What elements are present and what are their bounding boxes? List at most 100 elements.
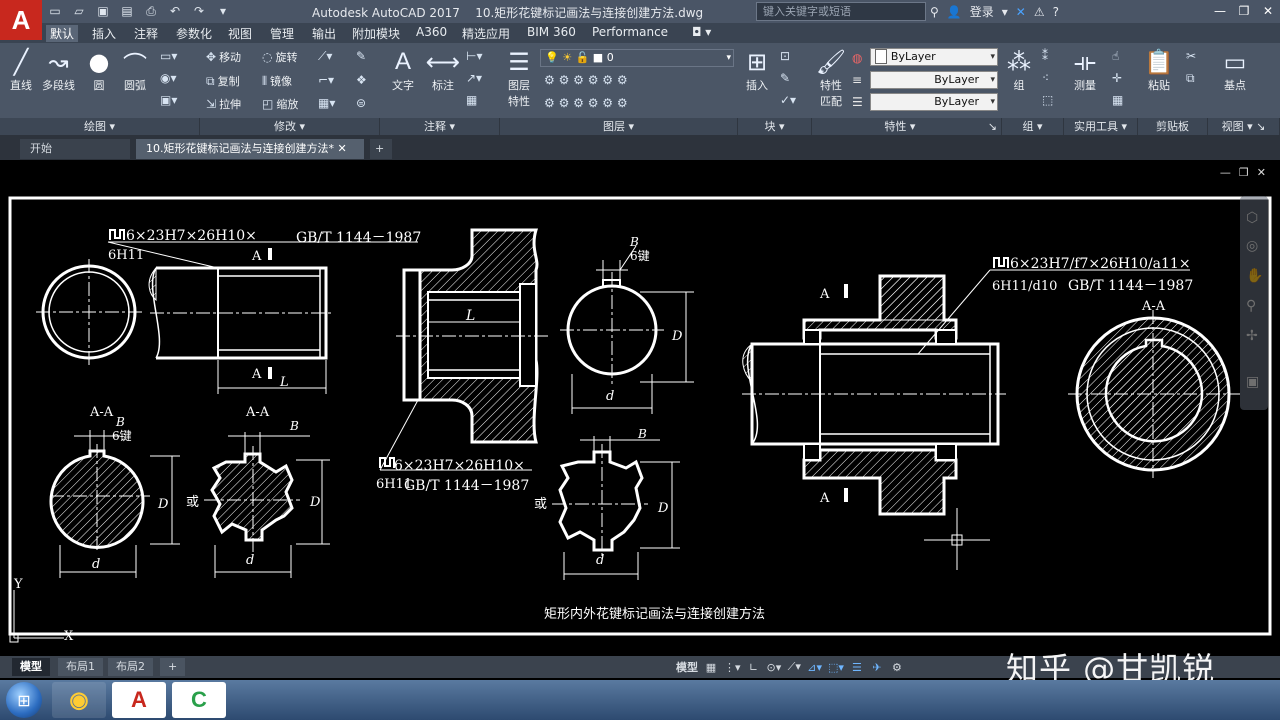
copy-tool[interactable]: ⧉ 复制 [206,73,240,89]
isodraft-icon[interactable]: ⟋▾ [787,660,801,674]
text-tool[interactable]: A 文字 [388,47,418,93]
rectangle-tool[interactable]: ▭▾ [160,49,177,63]
tab-output[interactable]: 输出 [308,25,340,42]
layer-tools-row1[interactable]: ⚙ ⚙ ⚙ ⚙ ⚙ ⚙ [544,73,628,87]
properties-panel-label[interactable]: 特性 ▾ ↘ [812,118,1002,135]
create-block-tool[interactable]: ⊡ [780,49,790,63]
tab-model[interactable]: 模型 [12,658,50,676]
ribbon-minimize-icon[interactable]: ◘ ▾ [688,25,715,39]
array-tool[interactable]: ▦▾ [318,96,335,110]
layers-panel-label[interactable]: 图层 ▾ [500,118,738,135]
viewcube-icon[interactable]: ⬡ [1246,210,1258,226]
explode-tool[interactable]: ❖ [356,73,367,87]
circle-tool[interactable]: ● 圆 [84,47,114,93]
groups-panel-label[interactable]: 组 ▾ [1002,118,1064,135]
tab-close-icon[interactable]: ✕ [338,142,347,155]
viewport-restore-icon[interactable]: ❐ [1239,166,1249,179]
showmotion-icon[interactable]: ▣ [1246,374,1259,390]
tab-view[interactable]: 视图 [224,25,256,42]
block-panel-label[interactable]: 块 ▾ [738,118,812,135]
polar-icon[interactable]: ⊙▾ [767,661,782,674]
tab-layout1[interactable]: 布局1 [58,658,103,676]
model-space-button[interactable]: 模型 [676,659,698,675]
utilities-panel-label[interactable]: 实用工具 ▾ [1064,118,1138,135]
annotation-scale-icon[interactable]: ✈ [870,661,884,674]
qat-dropdown-icon[interactable]: ▾ [214,2,232,20]
move-tool[interactable]: ✥ 移动 [206,49,241,65]
tab-a360[interactable]: A360 [412,25,451,39]
pan-icon[interactable]: ✋ [1246,267,1263,284]
help-search-input[interactable]: 键入关键字或短语 [756,2,926,21]
orbit-icon[interactable]: ✢ [1246,328,1258,344]
base-view-tool[interactable]: ▭ 基点 [1220,47,1250,93]
workspace-icon[interactable]: ⚙ [890,661,904,674]
login-dropdown-icon[interactable]: ▾ [1002,5,1008,19]
tab-start[interactable]: 开始 [20,139,130,159]
cad-drawing[interactable]: 6×23H7×26H10× GB/T 1144－1987 6H11 A A L … [0,160,1280,656]
lineweight-toggle-icon[interactable]: ☰ [850,661,864,674]
zoom-icon[interactable]: ⚲ [1246,298,1256,314]
insert-block-tool[interactable]: ⊞ 插入 [742,47,772,93]
linear-dim-tool[interactable]: ⊢▾ [466,49,482,63]
arc-tool[interactable]: ⌒ 圆弧 [120,47,150,93]
group-select-tool[interactable]: ⬚ [1042,93,1053,107]
tab-layout2[interactable]: 布局2 [108,658,153,676]
steering-wheel-icon[interactable]: ◎ [1246,238,1258,254]
taskbar-autocad-icon[interactable]: A [112,682,166,718]
hatch-tool[interactable]: ◉▾ [160,71,177,85]
copy-clip-tool[interactable]: ⧉ [1186,71,1195,86]
polyline-tool[interactable]: ↝ 多段线 [42,47,75,93]
quick-select-tool[interactable]: ☝ [1112,49,1119,63]
cut-tool[interactable]: ✂ [1186,49,1196,63]
minimize-icon[interactable]: — [1208,0,1232,22]
edit-block-tool[interactable]: ✎ [780,71,790,85]
scale-tool[interactable]: ◰ 缩放 [262,96,298,112]
erase-tool[interactable]: ✎ [356,49,366,63]
taskbar-camtasia-icon[interactable]: C [172,682,226,718]
save-as-icon[interactable]: ▤ [118,2,136,20]
binoculars-icon[interactable]: ⚲ [930,5,939,19]
layer-dropdown[interactable]: 💡 ☀ 🔓 ■ 0 ▾ [540,49,734,67]
tab-performance[interactable]: Performance [588,25,672,39]
redo-icon[interactable]: ↷ [190,2,208,20]
tab-addins[interactable]: 附加模块 [348,25,404,42]
view-panel-label[interactable]: 视图 ▾ ↘ [1208,118,1280,135]
undo-icon[interactable]: ↶ [166,2,184,20]
point-id-tool[interactable]: ✛ [1112,71,1122,85]
new-tab-button[interactable]: + [370,139,392,159]
draw-panel-label[interactable]: 绘图 ▾ [0,118,200,135]
login-link[interactable]: 登录 [970,3,994,20]
block-attr-tool[interactable]: ✓▾ [780,93,796,107]
tab-insert[interactable]: 插入 [88,25,120,42]
exchange-icon[interactable]: ✕ [1016,5,1026,19]
linetype-dropdown[interactable]: ByLayer ▾ [870,71,998,89]
tab-annotate[interactable]: 注释 [130,25,162,42]
close-icon[interactable]: ✕ [1256,0,1280,22]
fillet-tool[interactable]: ⌐▾ [318,73,334,87]
plot-icon[interactable]: ⎙ [142,2,160,20]
group-tool[interactable]: ⁂ 组 [1004,47,1034,93]
layer-properties-tool[interactable]: ☰ 图层 特性 [504,47,534,109]
calculator-tool[interactable]: ▦ [1112,93,1123,107]
tab-featured-apps[interactable]: 精选应用 [458,25,514,42]
a360-icon[interactable]: ⚠ [1034,5,1045,19]
clipboard-panel-label[interactable]: 剪贴板 [1138,118,1208,135]
viewport-close-icon[interactable]: ✕ [1257,166,1266,179]
paste-tool[interactable]: 📋 粘贴 [1144,47,1174,93]
modify-panel-label[interactable]: 修改 ▾ [200,118,380,135]
measure-tool[interactable]: ⟛ 测量 [1070,47,1100,93]
open-file-icon[interactable]: ▱ [70,2,88,20]
match-properties-tool[interactable]: 🖌 特性 匹配 [816,47,846,109]
snap-icon[interactable]: ⋮▾ [724,661,741,674]
add-layout-button[interactable]: + [160,658,186,676]
tab-bim360[interactable]: BIM 360 [523,25,580,39]
tab-default[interactable]: 默认 [46,25,79,42]
rotate-tool[interactable]: ◌ 旋转 [262,49,297,65]
layer-tools-row2[interactable]: ⚙ ⚙ ⚙ ⚙ ⚙ ⚙ [544,96,628,110]
help-icon[interactable]: ? [1053,5,1059,19]
dimension-tool[interactable]: ⟷ 标注 [426,47,460,93]
line-tool[interactable]: ╱ 直线 [6,47,36,93]
tab-current-drawing[interactable]: 10.矩形花键标记画法与连接创建方法* ✕ [136,139,364,159]
grid-icon[interactable]: ▦ [704,661,718,674]
ortho-icon[interactable]: ∟ [747,661,761,674]
